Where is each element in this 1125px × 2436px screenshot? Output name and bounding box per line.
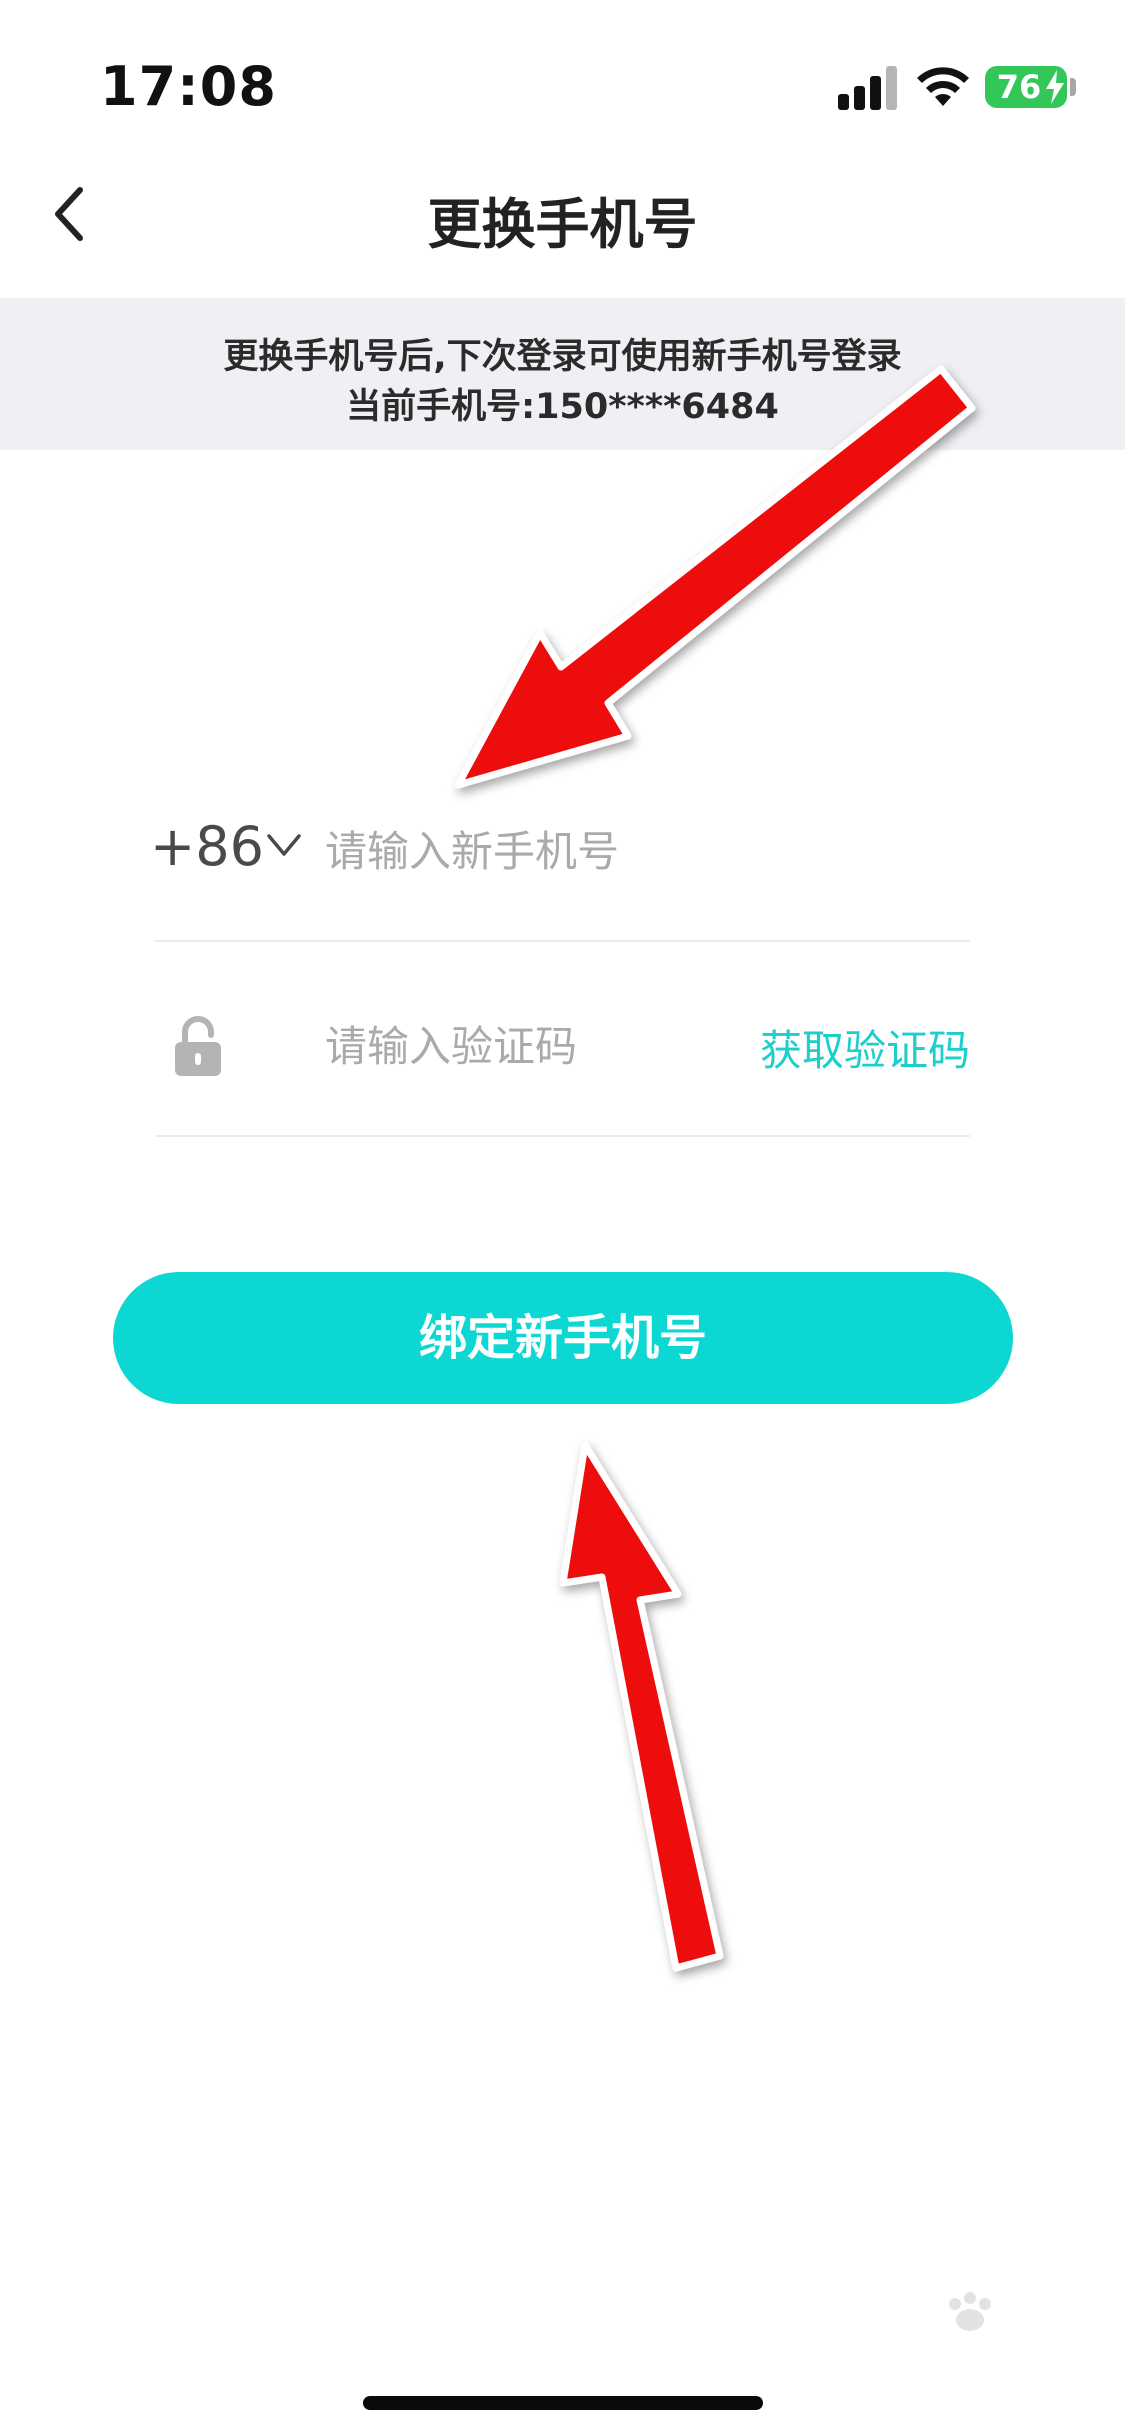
- notice-banner: 更换手机号后,下次登录可使用新手机号登录 当前手机号:150****6484: [0, 298, 1125, 450]
- annotation-arrow-up: [559, 1441, 724, 1972]
- lock-icon: [175, 1016, 221, 1076]
- home-indicator[interactable]: [363, 2396, 763, 2410]
- bind-new-phone-button[interactable]: 绑定新手机号: [113, 1272, 1013, 1404]
- verification-code-input[interactable]: [323, 1005, 747, 1087]
- status-time: 17:08: [100, 55, 277, 118]
- page-title: 更换手机号: [427, 193, 698, 256]
- status-bar: 17:08 76: [0, 0, 1125, 140]
- notice-line-1: 更换手机号后,下次登录可使用新手机号登录: [223, 337, 902, 377]
- new-phone-input[interactable]: [323, 810, 927, 892]
- chevron-down-icon[interactable]: [265, 830, 303, 860]
- phone-row: +86: [150, 790, 970, 942]
- current-phone-text: 当前手机号:150****6484: [346, 387, 779, 427]
- baidu-jingyan-watermark: [949, 2292, 991, 2331]
- wifi-icon: [917, 67, 969, 106]
- nav-bar: 更换手机号: [0, 150, 1125, 285]
- bolt-icon: [1046, 70, 1064, 104]
- country-code-selector[interactable]: +86: [150, 815, 264, 878]
- signal-icon: [838, 66, 897, 110]
- code-row: 获取验证码: [155, 985, 970, 1137]
- battery-level: 76: [996, 68, 1042, 106]
- battery-tip: [1070, 78, 1076, 96]
- get-code-button[interactable]: 获取验证码: [760, 1017, 970, 1078]
